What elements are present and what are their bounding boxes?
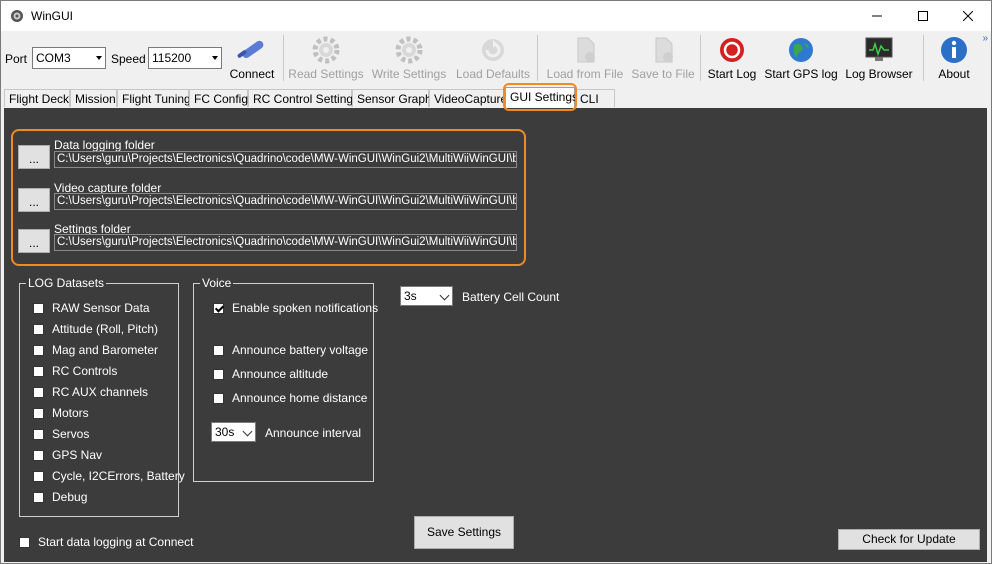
save-to-file-button[interactable]: Save to File xyxy=(631,33,695,83)
checkmark-icon xyxy=(213,302,224,314)
plug-icon xyxy=(237,40,264,59)
dropdown-arrow-icon xyxy=(212,56,218,60)
log-rc-controls-checkbox[interactable]: RC Controls xyxy=(33,364,117,378)
port-label: Port xyxy=(5,52,28,66)
maximize-button[interactable] xyxy=(900,1,946,31)
tab-fc-config[interactable]: FC Config xyxy=(189,89,248,107)
tab-rc-control-settings[interactable]: RC Control Settings xyxy=(248,89,359,107)
announce-home-checkbox[interactable]: Announce home distance xyxy=(213,391,367,405)
write-settings-button[interactable]: Write Settings xyxy=(369,33,449,83)
speed-label: Speed xyxy=(111,52,146,66)
title-bar: WinGUI xyxy=(1,1,991,31)
log-datasets-title: LOG Datasets xyxy=(26,276,107,290)
connect-button[interactable]: Connect xyxy=(227,33,277,83)
gui-settings-tab-highlight xyxy=(503,83,577,111)
refresh-icon xyxy=(482,39,504,61)
window-title: WinGUI xyxy=(31,9,73,23)
app-window: WinGUI Port COM3 Speed 115200 Connect Re… xyxy=(0,0,992,564)
log-browser-button[interactable]: Log Browser xyxy=(843,33,915,83)
announce-interval-label: Announce interval xyxy=(265,426,362,440)
save-settings-button[interactable]: Save Settings xyxy=(414,516,514,549)
load-from-file-button[interactable]: Load from File xyxy=(543,33,627,83)
chevron-down-icon xyxy=(439,290,450,301)
log-attitude-checkbox[interactable]: Attitude (Roll, Pitch) xyxy=(33,322,158,336)
tab-cli[interactable]: CLI xyxy=(575,89,615,107)
load-defaults-button[interactable]: Load Defaults xyxy=(453,33,533,83)
log-rc-aux-checkbox[interactable]: RC AUX channels xyxy=(33,385,148,399)
chevron-down-icon xyxy=(242,426,253,437)
toolbar-overflow-icon[interactable]: » xyxy=(982,33,988,44)
enable-spoken-checkbox[interactable]: Enable spoken notifications xyxy=(213,301,378,315)
start-log-button[interactable]: Start Log xyxy=(705,33,759,83)
start-logging-at-connect-checkbox[interactable]: Start data logging at Connect xyxy=(19,535,193,549)
close-button[interactable] xyxy=(945,1,991,31)
voice-title: Voice xyxy=(200,276,234,290)
log-debug-checkbox[interactable]: Debug xyxy=(33,490,87,504)
announce-altitude-checkbox[interactable]: Announce altitude xyxy=(213,367,328,381)
toolbar-separator xyxy=(537,35,538,81)
dropdown-arrow-icon xyxy=(96,56,102,60)
minimize-button[interactable] xyxy=(854,1,900,31)
gear-icon xyxy=(395,36,423,64)
info-icon xyxy=(941,37,967,63)
port-select[interactable]: COM3 xyxy=(32,47,106,69)
toolbar: Port COM3 Speed 115200 Connect Read Sett… xyxy=(1,31,991,85)
start-gps-log-button[interactable]: Start GPS log xyxy=(763,33,839,83)
battery-cell-count-select[interactable]: 3s xyxy=(400,286,453,306)
log-gps-nav-checkbox[interactable]: GPS Nav xyxy=(33,448,102,462)
file-save-icon xyxy=(655,37,673,63)
read-settings-button[interactable]: Read Settings xyxy=(287,33,365,83)
folders-highlight xyxy=(11,129,526,266)
monitor-graph-icon xyxy=(865,37,893,61)
tab-flight-tuning[interactable]: Flight Tuning xyxy=(117,89,191,107)
speed-select[interactable]: 115200 xyxy=(148,47,222,69)
tab-mission[interactable]: Mission xyxy=(70,89,117,107)
check-for-update-button[interactable]: Check for Update xyxy=(838,529,980,550)
close-icon xyxy=(963,11,973,21)
battery-cell-count-label: Battery Cell Count xyxy=(462,290,560,304)
file-open-icon xyxy=(577,37,595,63)
record-icon xyxy=(720,38,744,62)
log-mag-baro-checkbox[interactable]: Mag and Barometer xyxy=(33,343,158,357)
app-gear-icon xyxy=(11,10,23,22)
toolbar-separator xyxy=(283,35,284,81)
tab-sensor-graph[interactable]: Sensor Graph xyxy=(352,89,432,107)
about-button[interactable]: About xyxy=(929,33,979,83)
minimize-icon xyxy=(872,15,882,17)
announce-battery-checkbox[interactable]: Announce battery voltage xyxy=(213,343,368,357)
globe-icon xyxy=(789,38,813,62)
log-cycle-checkbox[interactable]: Cycle, I2CErrors, Battery xyxy=(33,469,185,483)
tab-videocapture[interactable]: VideoCapture xyxy=(429,89,507,107)
tab-flight-deck[interactable]: Flight Deck xyxy=(4,89,70,107)
toolbar-separator xyxy=(700,35,701,81)
tab-strip: Flight Deck Mission Flight Tuning FC Con… xyxy=(1,87,991,109)
maximize-icon xyxy=(918,11,928,21)
log-servos-checkbox[interactable]: Servos xyxy=(33,427,89,441)
announce-interval-select[interactable]: 30s xyxy=(211,422,256,442)
toolbar-separator xyxy=(923,35,924,81)
gear-icon xyxy=(312,36,340,64)
log-motors-checkbox[interactable]: Motors xyxy=(33,406,89,420)
log-raw-sensor-checkbox[interactable]: RAW Sensor Data xyxy=(33,301,150,315)
